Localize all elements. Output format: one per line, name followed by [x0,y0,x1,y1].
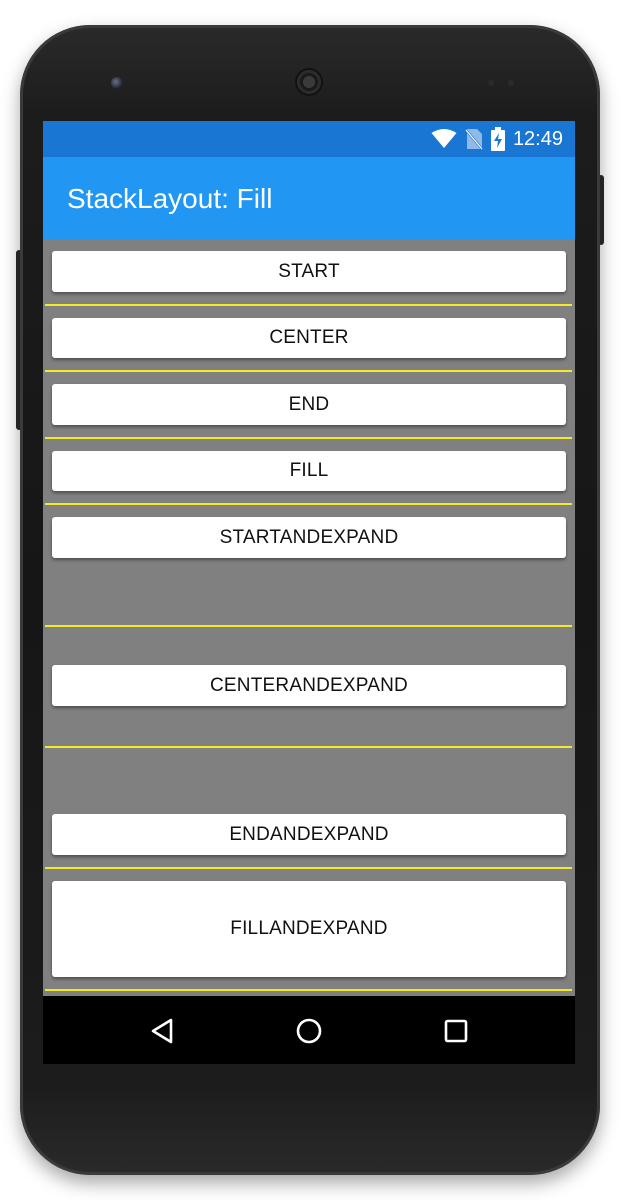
home-icon[interactable] [294,1016,324,1046]
wifi-icon [431,129,457,148]
page-title: StackLayout: Fill [67,183,273,214]
separator [45,304,572,306]
battery-charging-icon [490,127,505,151]
end-button[interactable]: END [52,384,566,425]
fill-button[interactable]: FILL [52,451,566,491]
fill-and-expand-button[interactable]: FILLANDEXPAND [52,881,566,977]
status-bar: 12:49 [43,121,575,157]
center-and-expand-button[interactable]: CENTERANDEXPAND [52,665,566,706]
no-sim-icon [464,129,483,150]
proximity-sensor-icon [488,80,494,86]
app-bar: StackLayout: Fill [43,157,575,240]
earpiece-speaker-icon [295,68,323,96]
recents-icon[interactable] [441,1016,471,1046]
start-and-expand-button[interactable]: STARTANDEXPAND [52,517,566,558]
center-button[interactable]: CENTER [52,318,566,358]
separator [45,625,572,627]
separator [45,746,572,748]
separator [45,370,572,372]
end-and-expand-button[interactable]: ENDANDEXPAND [52,814,566,855]
stack-layout-content: START CENTER END FILL STARTANDEXPAND CEN… [43,240,575,996]
device-screen: 12:49 StackLayout: Fill START CENTER END… [43,121,575,1064]
start-button[interactable]: START [52,251,566,292]
separator [45,989,572,991]
back-icon[interactable] [147,1016,177,1046]
separator [45,437,572,439]
separator [45,867,572,869]
status-time: 12:49 [512,127,563,150]
front-camera-icon [111,77,123,89]
navigation-bar [43,996,575,1064]
light-sensor-icon [508,80,514,86]
separator [45,503,572,505]
